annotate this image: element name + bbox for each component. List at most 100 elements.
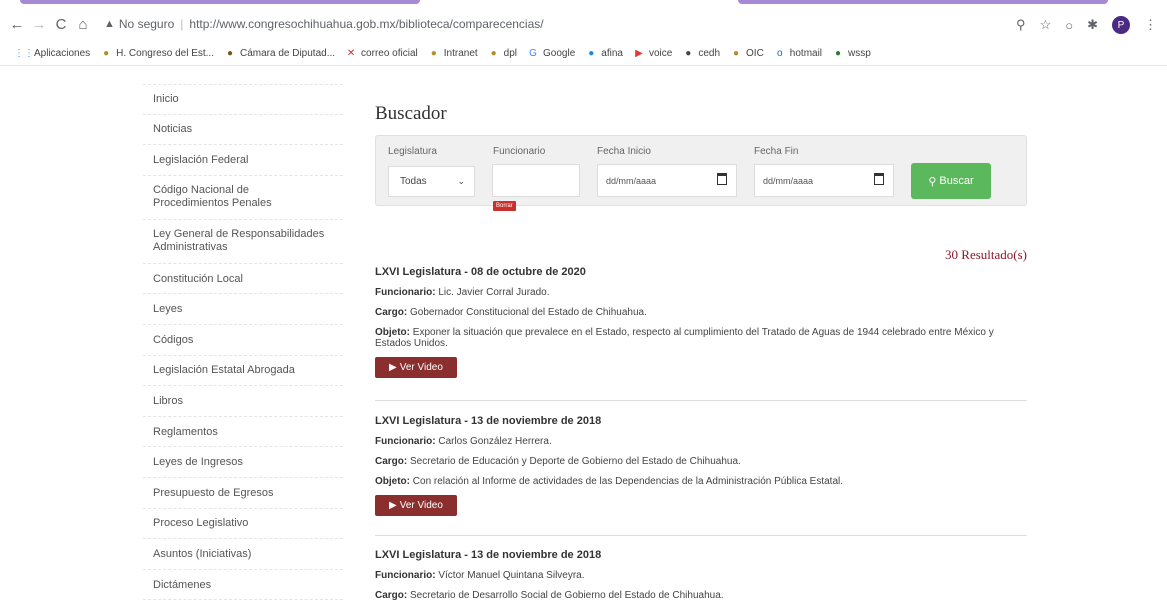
sidebar-item[interactable]: Código Nacional de Procedimientos Penale…	[143, 176, 343, 220]
ver-video-label: Ver Video	[399, 500, 443, 511]
tab-indicator[interactable]	[20, 0, 420, 4]
chamber-seal-icon: ●	[226, 48, 233, 59]
sidebar-item-label: Constitución Local	[153, 272, 243, 285]
home-icon[interactable]: ⌂	[72, 16, 94, 33]
extension-icon[interactable]: ○	[1065, 18, 1073, 33]
result-title: LXVI Legislatura - 08 de octubre de 2020	[375, 266, 586, 278]
bookmark-item[interactable]: ● H. Congreso del Est...	[100, 48, 214, 60]
sidebar-item-label: Legislación Estatal Abrogada	[153, 364, 295, 377]
youtube-icon: ▶	[635, 48, 643, 59]
bookmark-item[interactable]: ● Intranet	[428, 48, 478, 60]
bookmark-item[interactable]: ● afina	[585, 48, 623, 60]
sidebar-item[interactable]: Legislación Federal	[143, 145, 343, 176]
results-count: 30 Resultado(s)	[945, 247, 1027, 262]
funcionario-label: Funcionario:	[375, 570, 436, 581]
funcionario-value: Lic. Javier Corral Jurado.	[438, 287, 550, 298]
chevron-down-icon: ⌄	[457, 176, 465, 186]
bookmark-item[interactable]: ▶ voice	[633, 48, 672, 60]
cedh-icon: ●	[685, 48, 692, 59]
result-cargo: Cargo: Gobernador Constitucional del Est…	[375, 307, 1027, 318]
result-funcionario: Funcionario: Lic. Javier Corral Jurado.	[375, 287, 1027, 298]
sidebar-item[interactable]: Noticias	[143, 115, 343, 146]
menu-icon[interactable]: ⋮	[1144, 17, 1157, 33]
funcionario-label: Funcionario:	[375, 436, 436, 447]
sidebar-item-label: Código Nacional de Procedimientos Penale…	[153, 184, 272, 210]
sidebar-item[interactable]: Leyes de Ingresos	[143, 447, 343, 478]
outlook-icon: o	[777, 48, 783, 59]
star-icon[interactable]: ☆	[1040, 17, 1052, 33]
sidebar-item[interactable]: Dictámenes	[143, 570, 343, 601]
cargo-value: Gobernador Constitucional del Estado de …	[410, 307, 647, 318]
reload-icon[interactable]: C	[50, 16, 72, 33]
bookmark-item[interactable]: G Google	[527, 48, 575, 60]
fecha-fin-label: Fecha Fin	[754, 146, 799, 157]
url-separator: |	[180, 17, 184, 31]
warning-icon[interactable]: ▲	[104, 18, 115, 30]
cargo-label: Cargo:	[375, 456, 408, 467]
bookmark-item[interactable]: ✕ correo oficial	[345, 48, 418, 60]
fecha-inicio-input[interactable]: dd/mm/aaaa	[597, 164, 737, 197]
sidebar-item[interactable]: Leyes	[143, 294, 343, 325]
address-bar[interactable]: ▲ No seguro | http://www.congresochihuah…	[104, 11, 1034, 37]
sidebar-item-label: Leyes de Ingresos	[153, 456, 243, 469]
bookmark-item[interactable]: ● Cámara de Diputad...	[224, 48, 335, 60]
sidebar-item[interactable]: Asuntos (Iniciativas)	[143, 539, 343, 570]
sidebar-item-label: Dictámenes	[153, 578, 212, 591]
tab-indicator[interactable]	[738, 0, 1108, 4]
legislatura-value: Todas	[400, 176, 427, 187]
fecha-inicio-label: Fecha Inicio	[597, 146, 651, 157]
sidebar-item[interactable]: Presupuesto de Egresos	[143, 478, 343, 509]
funcionario-value: Víctor Manuel Quintana Silveyra.	[438, 570, 585, 581]
browser-actions: ⚲ ☆ ○ ✱ P ⋮	[1016, 16, 1157, 34]
sidebar-item[interactable]: Códigos	[143, 325, 343, 356]
bookmark-item[interactable]: ⋮⋮ Aplicaciones	[14, 48, 91, 60]
bookmark-item[interactable]: ● wssp	[832, 48, 871, 60]
sidebar-item-label: Presupuesto de Egresos	[153, 486, 274, 499]
profile-avatar[interactable]: P	[1112, 16, 1130, 34]
sidebar-item-label: Reglamentos	[153, 425, 218, 438]
url-text[interactable]: http://www.congresochihuahua.gob.mx/bibl…	[189, 17, 543, 31]
security-warning[interactable]: No seguro	[119, 17, 174, 31]
result-funcionario: Funcionario: Víctor Manuel Quintana Silv…	[375, 570, 1027, 581]
sidebar-item[interactable]: Proceso Legislativo	[143, 509, 343, 540]
back-icon[interactable]: ←	[6, 16, 28, 33]
sidebar-item-label: Códigos	[153, 333, 194, 346]
zoom-icon[interactable]: ⚲	[1016, 17, 1026, 33]
bookmark-item[interactable]: ● cedh	[682, 48, 720, 60]
sidebar-item[interactable]: Legislación Estatal Abrogada	[143, 356, 343, 387]
result-cargo: Cargo: Secretario de Educación y Deporte…	[375, 456, 1027, 467]
bookmark-label: Aplicaciones	[34, 48, 91, 59]
legislatura-select[interactable]: Todas ⌄	[388, 166, 475, 197]
bookmark-item[interactable]: ● dpl	[488, 48, 517, 60]
sidebar-item[interactable]: Libros	[143, 386, 343, 417]
objeto-label: Objeto:	[375, 476, 410, 487]
sidebar-item[interactable]: Inicio	[143, 84, 343, 115]
result-title: LXVI Legislatura - 13 de noviembre de 20…	[375, 415, 602, 427]
sidebar-item[interactable]: Constitución Local	[143, 264, 343, 295]
sidebar-item[interactable]: Ley General de Responsabilidades Adminis…	[143, 220, 343, 264]
ver-video-button[interactable]: ▶ Ver Video	[375, 357, 457, 378]
cargo-label: Cargo:	[375, 307, 408, 318]
funcionario-input[interactable]	[492, 164, 580, 197]
calendar-icon[interactable]	[717, 173, 727, 185]
oic-icon: ●	[732, 48, 740, 59]
bookmark-item[interactable]: o hotmail	[774, 48, 822, 60]
main-content: Buscador Legislatura Todas ⌄ Funcionario…	[375, 100, 1027, 601]
bookmark-label: afina	[601, 48, 623, 59]
sidebar-item[interactable]: Reglamentos	[143, 417, 343, 448]
calendar-icon[interactable]	[874, 173, 884, 185]
buscar-button[interactable]: ⚲ Buscar	[911, 163, 991, 199]
ver-video-button[interactable]: ▶ Ver Video	[375, 495, 457, 516]
sidebar-item-label: Leyes	[153, 303, 183, 316]
result-item: LXVI Legislatura - 13 de noviembre de 20…	[375, 549, 1027, 601]
borrar-button[interactable]: Borrar	[493, 201, 516, 211]
afina-icon: ●	[588, 48, 595, 59]
forward-icon[interactable]: →	[28, 16, 50, 33]
fecha-fin-input[interactable]: dd/mm/aaaa	[754, 164, 894, 197]
puzzle-icon[interactable]: ✱	[1087, 17, 1098, 33]
intranet-icon: ●	[430, 48, 437, 59]
fecha-fin-placeholder: dd/mm/aaaa	[763, 175, 814, 186]
result-item: LXVI Legislatura - 08 de octubre de 2020…	[375, 266, 1027, 378]
bookmark-item[interactable]: ● OIC	[730, 48, 764, 60]
bookmark-label: OIC	[746, 48, 764, 59]
